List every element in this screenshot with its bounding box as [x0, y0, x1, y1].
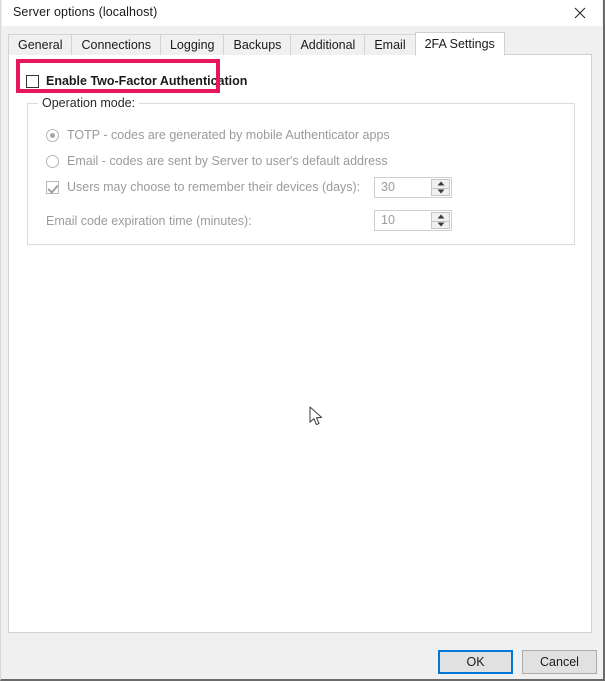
email-expiration-label: Email code expiration time (minutes):	[46, 214, 252, 228]
radio-row-email[interactable]: Email - codes are sent by Server to user…	[46, 154, 388, 168]
email-radio-label: Email - codes are sent by Server to user…	[67, 154, 388, 168]
tab-email[interactable]: Email	[364, 34, 416, 55]
tab-general[interactable]: General	[8, 34, 73, 55]
email-expiration-spin-down-button[interactable]	[431, 220, 450, 229]
totp-label: TOTP - codes are generated by mobile Aut…	[67, 128, 390, 142]
caret-up-icon	[437, 181, 445, 186]
remember-devices-spin-buttons	[431, 179, 450, 196]
email-expiration-spin-up-button[interactable]	[431, 212, 450, 221]
caret-down-icon	[437, 222, 445, 227]
email-expiration-row: Email code expiration time (minutes):	[46, 214, 252, 228]
tab-content-panel: Enable Two-Factor Authentication Operati…	[8, 54, 592, 633]
email-expiration-spinner[interactable]: 10	[374, 210, 452, 231]
operation-mode-group: Operation mode: TOTP - codes are generat…	[27, 96, 575, 245]
radio-row-totp[interactable]: TOTP - codes are generated by mobile Aut…	[46, 128, 390, 142]
email-radio[interactable]	[46, 154, 59, 168]
tab-backups[interactable]: Backups	[223, 34, 292, 55]
close-window-button[interactable]	[557, 0, 602, 26]
title-bar: Server options (localhost)	[2, 0, 602, 26]
remember-devices-spin-up-button[interactable]	[431, 179, 450, 188]
caret-up-icon	[437, 214, 445, 219]
tab-2fa-settings[interactable]: 2FA Settings	[414, 32, 505, 56]
caret-down-icon	[437, 189, 445, 194]
dialog-window: Server options (localhost) General Conne…	[0, 0, 605, 681]
ok-button[interactable]: OK	[438, 650, 513, 674]
remember-devices-value[interactable]: 30	[375, 178, 431, 197]
email-expiration-spin-buttons	[431, 212, 450, 229]
remember-devices-checkbox[interactable]	[46, 180, 59, 194]
operation-mode-title: Operation mode:	[38, 96, 140, 110]
window-title: Server options (localhost)	[13, 5, 158, 19]
remember-devices-spinner[interactable]: 30	[374, 177, 452, 198]
enable-2fa-checkbox-row[interactable]: Enable Two-Factor Authentication	[26, 74, 247, 88]
remember-devices-row[interactable]: Users may choose to remember their devic…	[46, 180, 360, 194]
tab-additional[interactable]: Additional	[290, 34, 366, 55]
tab-connections[interactable]: Connections	[71, 34, 161, 55]
cancel-button[interactable]: Cancel	[522, 650, 597, 674]
totp-radio[interactable]	[46, 128, 59, 142]
tab-strip: General Connections Logging Backups Addi…	[8, 32, 505, 56]
enable-2fa-label: Enable Two-Factor Authentication	[46, 74, 248, 88]
remember-devices-label: Users may choose to remember their devic…	[67, 180, 361, 194]
tab-logging[interactable]: Logging	[159, 34, 225, 55]
remember-devices-spin-down-button[interactable]	[431, 187, 450, 196]
enable-2fa-checkbox[interactable]	[26, 74, 39, 88]
email-expiration-value[interactable]: 10	[375, 211, 431, 230]
close-icon	[574, 7, 586, 19]
